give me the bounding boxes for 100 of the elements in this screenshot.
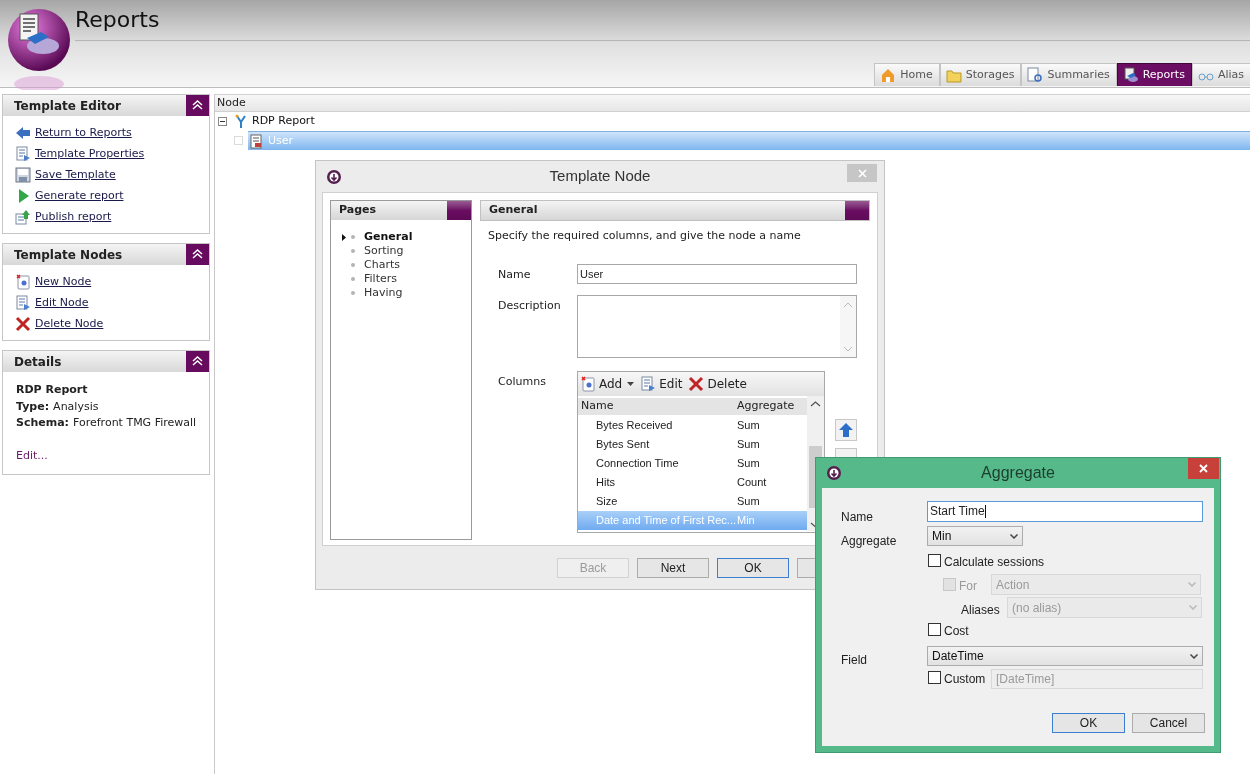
close-icon	[857, 168, 867, 178]
details-name: RDP Report	[16, 382, 89, 398]
folder-icon	[945, 67, 962, 83]
nav-tab[interactable]: Storages	[939, 63, 1022, 86]
branch-icon	[234, 114, 248, 129]
edit-link[interactable]: Edit...	[16, 447, 209, 464]
sidebar-link[interactable]: Publish report	[35, 208, 112, 226]
toolbar-button[interactable]: Add	[580, 374, 635, 393]
bullet-icon	[351, 249, 355, 253]
upload-icon	[15, 209, 31, 225]
panel-title: Template Nodes	[13, 246, 123, 264]
column-header: Node	[217, 94, 246, 111]
bullet-icon	[351, 263, 355, 267]
list-row[interactable]: Connection Time Sum	[578, 453, 807, 473]
document-icon	[640, 375, 657, 392]
field-value: Forefront TMG Firewall	[73, 415, 197, 431]
dialog-button[interactable]: OK	[717, 557, 789, 578]
field-label: Calculate sessions	[944, 554, 1045, 571]
chevron-icon	[1190, 653, 1198, 659]
field-label: Columns	[498, 373, 547, 390]
field-label: Custom	[944, 671, 986, 688]
minus-icon	[220, 119, 225, 124]
app-icon	[826, 465, 842, 481]
collapse-toggle[interactable]	[218, 117, 227, 126]
section-title: General	[488, 202, 538, 219]
chevron-icon	[1188, 582, 1196, 587]
field-label: Field	[841, 652, 867, 669]
dialog-button[interactable]: Cancel	[1132, 713, 1205, 733]
dialog-title: Template Node	[549, 166, 651, 187]
toolbar-button[interactable]: Edit	[640, 374, 683, 393]
tree-node[interactable]: RDP Report	[232, 112, 1250, 131]
sidebar-link[interactable]: New Node	[35, 273, 92, 291]
chevron-icon	[1010, 533, 1018, 539]
sidebar-link[interactable]: Edit Node	[35, 294, 89, 312]
sidebar-link[interactable]: Return to Reports	[35, 124, 132, 142]
panel-handle	[447, 201, 471, 220]
document-icon	[15, 295, 31, 311]
delete-icon	[15, 316, 31, 332]
dialog-button[interactable]: Next	[637, 557, 709, 578]
bullet-icon	[351, 277, 355, 281]
column-header: Aggregate	[737, 397, 795, 414]
field-label: Name	[498, 266, 532, 283]
magnifier-icon	[1027, 67, 1044, 83]
field-label: Aggregate	[841, 533, 897, 550]
field-label: Type:	[16, 398, 50, 415]
chevron-icon	[1189, 605, 1197, 610]
arrow-icon	[15, 125, 31, 141]
column-header: Name	[580, 397, 615, 414]
scrollbar-drawing	[840, 295, 856, 357]
panel-title: Pages	[338, 202, 377, 219]
field-label: Aliases	[961, 602, 1000, 619]
list-row[interactable]: Bytes Sent Sum	[578, 434, 807, 454]
caret-icon	[627, 381, 635, 386]
pointer-icon	[342, 233, 346, 241]
house-icon	[880, 67, 897, 83]
dropdown[interactable]: DateTime	[927, 646, 1203, 666]
list-row[interactable]: Size Sum	[578, 491, 807, 511]
new-document-icon	[15, 274, 31, 290]
panel-title: Template Editor	[13, 97, 121, 115]
dialog-button[interactable]: OK	[1052, 713, 1125, 733]
bullet-icon	[351, 291, 355, 295]
nav-tab[interactable]: Alias	[1191, 63, 1250, 86]
close-icon	[1199, 464, 1208, 473]
nav-tab[interactable]: Summaries	[1021, 63, 1117, 86]
nav-tab[interactable]: Reports	[1116, 63, 1192, 86]
panel-handle	[845, 201, 869, 220]
floppy-icon	[15, 167, 31, 183]
field-label: For	[959, 578, 977, 595]
bullet-icon	[351, 235, 355, 239]
reports-icon	[1122, 67, 1139, 83]
close-button[interactable]	[1188, 458, 1219, 479]
sidebar-link[interactable]: Template Properties	[35, 145, 145, 163]
field-label: Cost	[944, 623, 969, 640]
dropdown[interactable]: Min	[927, 526, 1023, 546]
sidebar-link[interactable]: Save Template	[35, 166, 116, 184]
document-icon	[15, 146, 31, 162]
checkbox[interactable]	[928, 623, 941, 636]
move-up-button[interactable]	[835, 418, 857, 441]
app-icon	[326, 169, 342, 185]
list-row[interactable]: Hits Count	[578, 472, 807, 492]
name-field[interactable]: User	[577, 263, 857, 284]
sidebar-link[interactable]: Generate report	[35, 187, 124, 205]
hint-text: Specify the required columns, and give the node a name	[487, 228, 802, 244]
dialog-title: Aggregate	[981, 463, 1055, 483]
toolbar-button[interactable]: Delete	[688, 374, 747, 393]
page-title: Reports	[75, 5, 160, 34]
field-label: Name	[841, 509, 873, 526]
field-value: Analysis	[53, 398, 99, 415]
up-arrow-icon	[838, 421, 854, 438]
panel-title: Details	[13, 353, 62, 371]
field-label: Description	[498, 297, 562, 314]
name-field[interactable]: Start Time	[927, 501, 1203, 522]
field-label: Schema:	[16, 415, 70, 431]
checkbox[interactable]	[928, 554, 941, 567]
sidebar-link[interactable]: Delete Node	[35, 315, 104, 333]
list-row[interactable]: Bytes Received Sum	[578, 415, 807, 435]
nav-tab[interactable]: Home	[874, 63, 940, 86]
document-icon	[250, 133, 264, 149]
description-field[interactable]	[577, 294, 857, 358]
delete-icon	[688, 375, 705, 392]
